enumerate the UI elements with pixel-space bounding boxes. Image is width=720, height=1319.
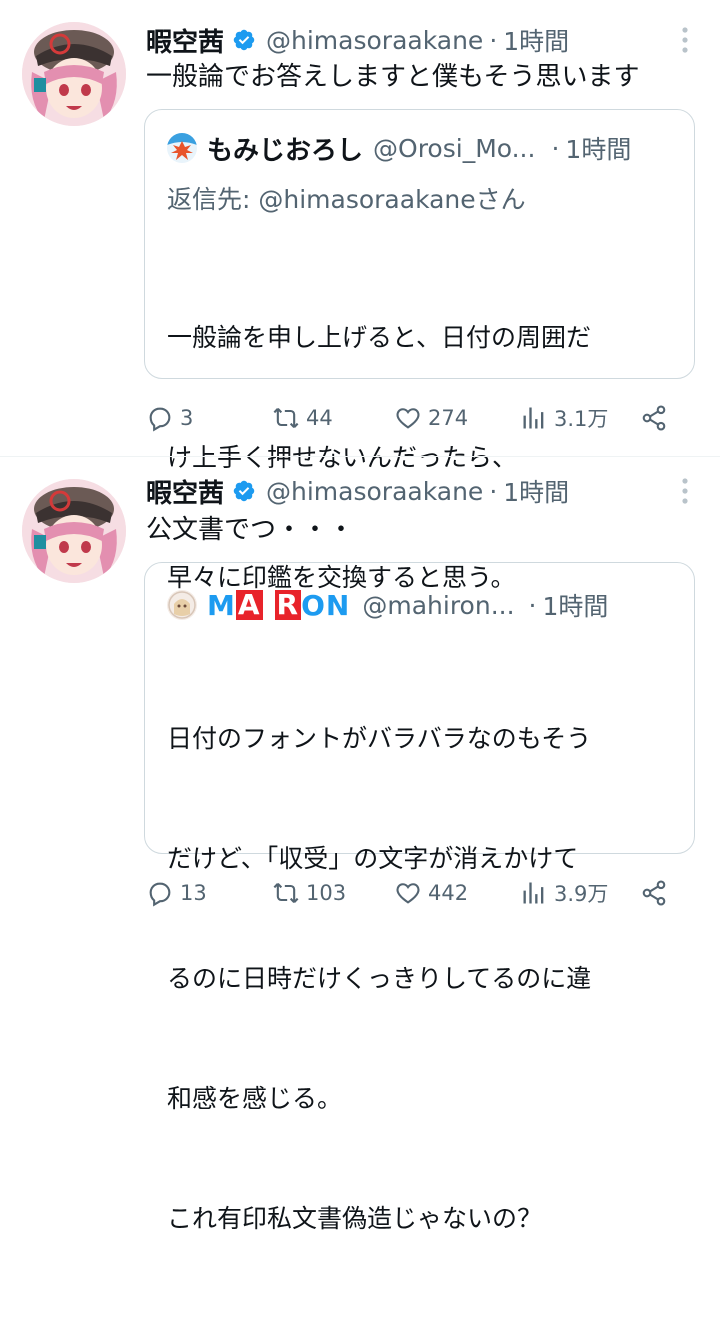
quote-text-line: 和感を感じる。: [167, 1084, 343, 1113]
quote-tweet[interactable]: M A R O N @mahiron... · 1時間 日付のフォントがバラバラ…: [144, 562, 695, 1233]
quote-header: M A R O N @mahiron... · 1時間: [167, 587, 608, 623]
retweet-button[interactable]: 103: [272, 875, 346, 911]
reply-to-account[interactable]: @himasoraakane: [258, 185, 475, 214]
tweet-header: 暇空茜 @himasoraakane · 1時間: [146, 471, 569, 511]
like-count: 274: [428, 406, 469, 430]
maron-logo[interactable]: M A R O N: [207, 589, 350, 622]
like-icon: [396, 883, 420, 904]
like-count: 442: [428, 881, 469, 905]
quote-text-line: だけど、「収受」の文字が消えかけて: [167, 844, 579, 873]
retweet-button[interactable]: 44: [272, 400, 333, 436]
share-button[interactable]: [640, 400, 674, 436]
logo-letter: O: [301, 588, 326, 622]
like-button[interactable]: 274: [394, 400, 468, 436]
quote-timestamp[interactable]: 1時間: [543, 587, 609, 623]
timestamp[interactable]: 1時間: [503, 473, 569, 509]
share-button[interactable]: [640, 875, 674, 911]
quote-tweet[interactable]: もみじおろし @Orosi_Mo... · 1時間 返信先: @himasora…: [144, 109, 695, 592]
more-icon[interactable]: [680, 26, 690, 54]
quote-author-handle[interactable]: @mahiron...: [362, 591, 514, 620]
share-icon: [642, 405, 666, 431]
quote-header: もみじおろし @Orosi_Mo... · 1時間: [167, 130, 631, 166]
retweet-count: 44: [306, 406, 333, 430]
quote-avatar: [167, 590, 197, 620]
dot-separator: ·: [489, 476, 498, 506]
views-count: 3.1万: [554, 407, 609, 431]
reply-count: 3: [180, 406, 194, 430]
quote-author-name[interactable]: もみじおろし: [207, 130, 363, 167]
views-button[interactable]: 3.1万: [520, 400, 608, 436]
verified-badge-icon: [233, 480, 255, 502]
action-bar: 3 44 274 3.1万: [146, 400, 686, 436]
reply-icon: [149, 407, 171, 432]
more-icon[interactable]: [680, 477, 690, 505]
quote-timestamp[interactable]: 1時間: [565, 130, 631, 166]
tweet-header: 暇空茜 @himasoraakane · 1時間: [146, 20, 569, 60]
reply-to-prefix: 返信先:: [167, 185, 259, 214]
quote-text-line: これ有印私文書偽造じゃないの？: [167, 1204, 543, 1233]
reply-icon: [149, 882, 171, 907]
logo-letter: N: [325, 588, 351, 622]
avatar[interactable]: [22, 22, 126, 126]
verified-badge-icon: [233, 29, 255, 51]
tweet-text: 一般論でお答えしますと僕もそう思います: [146, 62, 640, 92]
views-icon: [523, 407, 544, 429]
reply-button[interactable]: 13: [146, 875, 207, 911]
logo-letter: R: [274, 588, 302, 621]
quote-text: 日付のフォントがバラバラなのもそう だけど、「収受」の文字が消えかけて るのに日…: [167, 639, 591, 1319]
views-button[interactable]: 3.9万: [520, 875, 608, 911]
quote-text-line: 一般論を申し上げると、日付の周囲だ: [167, 323, 592, 352]
quote-avatar: [167, 133, 197, 163]
avatar[interactable]: [22, 479, 126, 583]
tweet[interactable]: 暇空茜 @himasoraakane · 1時間 公文書でつ・・・ M A R …: [0, 457, 720, 1233]
action-bar: 13 103 442 3.9万: [146, 875, 686, 911]
quote-text-line: るのに日時だけくっきりしてるのに違: [167, 964, 592, 993]
views-count: 3.9万: [554, 882, 609, 906]
author-handle[interactable]: @himasoraakane: [266, 477, 483, 506]
dot-separator: ·: [528, 590, 537, 620]
like-button[interactable]: 442: [394, 875, 468, 911]
like-icon: [396, 408, 420, 429]
retweet-count: 103: [306, 881, 347, 905]
tweet[interactable]: 暇空茜 @himasoraakane · 1時間 一般論でお答えしますと僕もそう…: [0, 0, 720, 592]
dot-separator: ·: [551, 133, 560, 163]
retweet-icon: [273, 882, 299, 904]
logo-letter: M: [207, 588, 236, 622]
reply-to-suffix: さん: [475, 185, 526, 214]
views-icon: [523, 882, 544, 904]
reply-count: 13: [180, 881, 207, 905]
retweet-icon: [273, 407, 299, 429]
tweet-text: 公文書でつ・・・: [146, 515, 355, 545]
timestamp[interactable]: 1時間: [503, 22, 569, 58]
reply-to-line: 返信先: @himasoraakaneさん: [167, 180, 526, 216]
quote-author-handle[interactable]: @Orosi_Mo...: [373, 134, 535, 163]
author-name[interactable]: 暇空茜: [146, 22, 224, 59]
dot-separator: ·: [489, 25, 498, 55]
author-handle[interactable]: @himasoraakane: [266, 26, 483, 55]
share-icon: [642, 880, 666, 906]
quote-text-line: 日付のフォントがバラバラなのもそう: [167, 724, 592, 753]
author-name[interactable]: 暇空茜: [146, 473, 224, 510]
reply-button[interactable]: 3: [146, 400, 193, 436]
logo-letter: A: [235, 588, 263, 621]
